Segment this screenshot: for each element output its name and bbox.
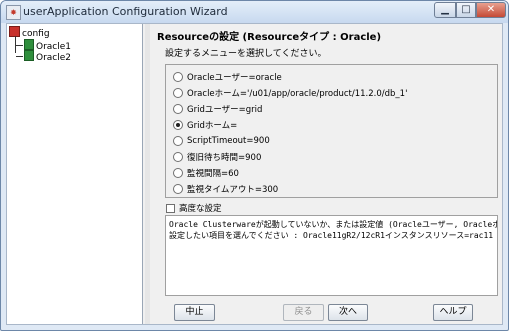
message-line: Oracle Clusterwareが起動していないか、または設定値 (Orac… xyxy=(169,220,498,229)
option-label: Gridユーザー=grid xyxy=(187,105,263,115)
next-button[interactable]: 次へ xyxy=(328,304,368,321)
radio-button[interactable] xyxy=(173,168,183,178)
resource-icon xyxy=(24,39,34,50)
app-icon: ✸ xyxy=(6,5,21,20)
radio-button[interactable] xyxy=(173,104,183,114)
resource-icon xyxy=(24,50,34,61)
option-recovery-wait[interactable]: 復旧待ち時間=900 xyxy=(173,150,261,164)
message-line: 設定したい項目を選んでください : Oracle11gR2/12cR1インスタン… xyxy=(169,231,494,240)
config-tree: config Oracle1 Oracle2 xyxy=(7,24,143,324)
radio-button[interactable] xyxy=(173,88,183,98)
tree-scrollbar[interactable] xyxy=(145,24,150,324)
option-label: Oracleユーザー=oracle xyxy=(187,73,282,83)
message-area[interactable]: Oracle Clusterwareが起動していないか、または設定値 (Orac… xyxy=(165,215,498,296)
tree-child-label: Oracle2 xyxy=(36,53,72,63)
tree-root-label: config xyxy=(22,29,50,39)
options-list: Oracleユーザー=oracle Oracleホーム='/u01/app/or… xyxy=(165,64,498,198)
cancel-button[interactable]: 中止 xyxy=(174,304,215,321)
maximize-button[interactable]: □ xyxy=(456,2,476,18)
option-label: ScriptTimeout=900 xyxy=(187,136,270,146)
title-bar[interactable]: ✸ userApplication Configuration Wizard ▁… xyxy=(1,1,508,23)
resource-settings-panel: Resourceの設定 (Resourceタイプ : Oracle) 設定するメ… xyxy=(156,24,500,324)
radio-button[interactable] xyxy=(173,72,183,82)
option-oracle-home[interactable]: Oracleホーム='/u01/app/oracle/product/11.2.… xyxy=(173,86,407,100)
radio-button[interactable] xyxy=(173,152,183,162)
option-label: 監視間隔=60 xyxy=(187,169,239,179)
tree-branch xyxy=(16,45,23,46)
minimize-button[interactable]: ▁ xyxy=(434,2,456,18)
client-area: config Oracle1 Oracle2 Resourceの設定 (Reso… xyxy=(6,23,503,325)
option-label: 復旧待ち時間=900 xyxy=(187,153,262,163)
option-script-timeout[interactable]: ScriptTimeout=900 xyxy=(173,134,270,148)
window-title: userApplication Configuration Wizard xyxy=(23,5,228,18)
radio-button[interactable] xyxy=(173,184,183,194)
option-monitor-interval[interactable]: 監視間隔=60 xyxy=(173,166,239,180)
advanced-settings-label: 高度な設定 xyxy=(179,204,222,214)
tree-node-oracle2[interactable]: Oracle2 xyxy=(16,50,72,63)
advanced-settings-checkbox[interactable]: 高度な設定 xyxy=(166,202,222,214)
option-grid-home[interactable]: Gridホーム= xyxy=(173,118,237,132)
tree-branch xyxy=(16,56,23,57)
section-title: Resourceの設定 (Resourceタイプ : Oracle) xyxy=(157,32,382,43)
back-button[interactable]: 戻る xyxy=(283,304,324,321)
option-label: Oracleホーム='/u01/app/oracle/product/11.2.… xyxy=(187,89,408,99)
help-button[interactable]: ヘルプ xyxy=(433,304,473,321)
option-oracle-user[interactable]: Oracleユーザー=oracle xyxy=(173,70,282,84)
option-label: Gridホーム= xyxy=(187,121,238,131)
option-grid-user[interactable]: Gridユーザー=grid xyxy=(173,102,262,116)
option-monitor-timeout[interactable]: 監視タイムアウト=300 xyxy=(173,182,278,196)
radio-button[interactable] xyxy=(173,136,183,146)
wizard-window: ✸ userApplication Configuration Wizard ▁… xyxy=(0,0,509,331)
radio-button-selected[interactable] xyxy=(173,120,183,130)
option-label: 監視タイムアウト=300 xyxy=(187,185,279,195)
section-description: 設定するメニューを選択してください。 xyxy=(165,49,327,59)
checkbox[interactable] xyxy=(166,203,175,213)
close-button[interactable]: ✕ xyxy=(476,2,506,18)
